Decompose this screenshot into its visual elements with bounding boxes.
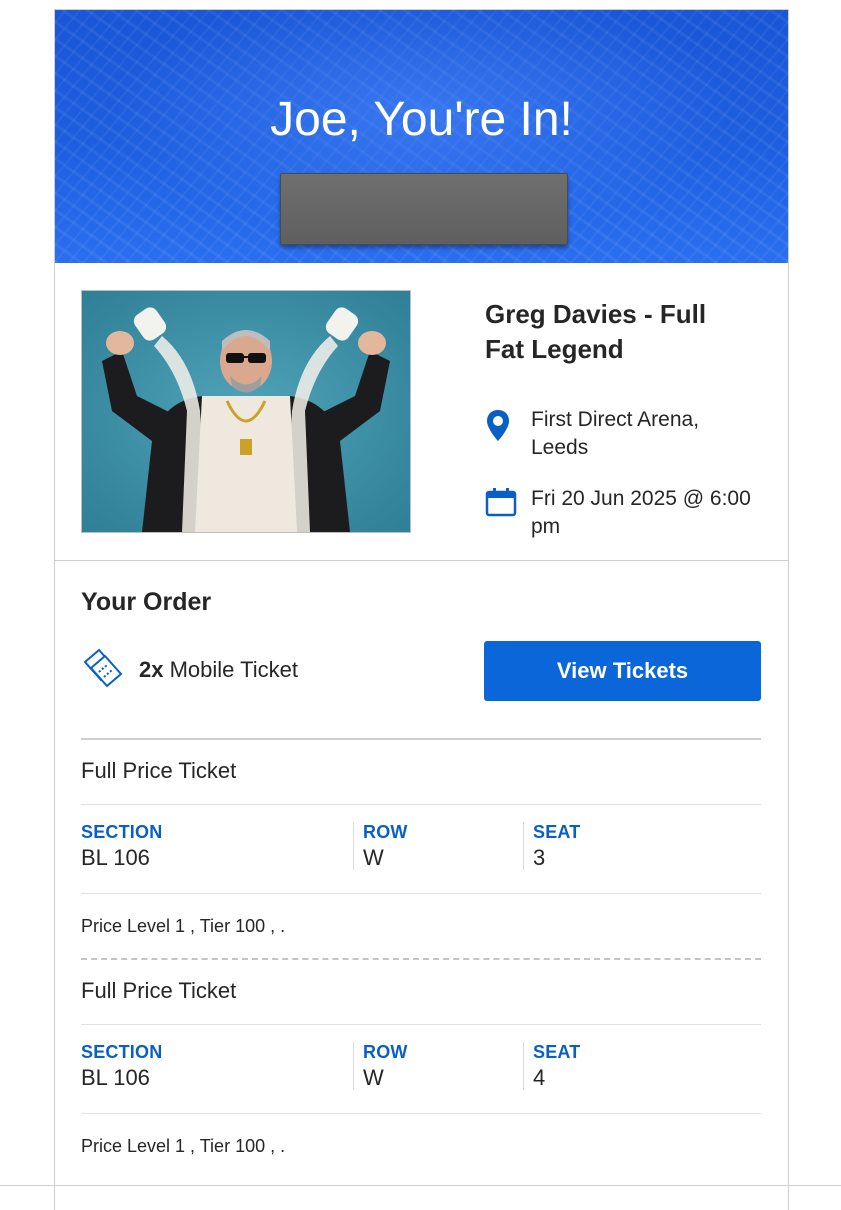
price-level: Price Level 1 , Tier 100 , . <box>81 916 286 936</box>
row-label: ROW <box>363 1042 408 1062</box>
calendar-icon <box>485 487 517 521</box>
seat-label: SEAT <box>533 1042 581 1062</box>
redacted-block <box>280 173 568 245</box>
view-tickets-button[interactable]: View Tickets <box>484 641 761 701</box>
row-divider <box>81 804 761 805</box>
bottom-border <box>0 1185 841 1186</box>
section-label: SECTION <box>81 822 163 842</box>
ticket-kind: Mobile Ticket <box>169 657 298 682</box>
row-field: ROW W <box>363 1042 408 1091</box>
row-label: ROW <box>363 822 408 842</box>
column-separator <box>353 1042 354 1090</box>
venue-text: First Direct Arena, Leeds <box>531 408 700 459</box>
column-separator <box>523 1042 524 1090</box>
section-field: SECTION BL 106 <box>81 1042 162 1091</box>
seat-value: 3 <box>533 845 546 870</box>
section-field: SECTION BL 106 <box>81 822 162 871</box>
venue-row: First Direct Arena, Leeds <box>485 406 765 466</box>
seat-field: SEAT 3 <box>533 822 580 871</box>
ticket-summary-text: 2x Mobile Ticket <box>139 657 298 683</box>
date-text: Fri 20 Jun 2025 @ 6:00 pm <box>531 487 751 538</box>
ticket-quantity: 2x <box>139 657 164 682</box>
section-value: BL 106 <box>81 845 150 870</box>
event-section: Greg Davies - Full Fat Legend First Dire… <box>55 263 788 561</box>
row-divider <box>81 893 761 894</box>
ticket-confirmation-card: Joe, You're In! Greg Davies - Full Fat L… <box>54 9 789 1210</box>
seat-field: SEAT 4 <box>533 1042 580 1091</box>
event-title: Greg Davies - Full Fat Legend <box>485 299 707 364</box>
hero-banner: Joe, You're In! <box>55 10 788 263</box>
order-divider <box>81 738 761 740</box>
performer-photo <box>82 291 410 532</box>
seat-label: SEAT <box>533 822 581 842</box>
price-level: Price Level 1 , Tier 100 , . <box>81 1136 286 1156</box>
map-pin-icon <box>485 408 515 442</box>
ticket-separator <box>81 958 761 960</box>
order-title: Your Order <box>81 588 212 616</box>
seat-value: 4 <box>533 1065 546 1090</box>
row-field: ROW W <box>363 822 408 871</box>
column-separator <box>523 822 524 870</box>
ticket-summary: 2x Mobile Ticket <box>81 648 381 688</box>
row-divider <box>81 1024 761 1025</box>
row-value: W <box>363 845 384 870</box>
row-divider <box>81 1113 761 1114</box>
hero-title: Joe, You're In! <box>270 93 573 146</box>
event-image[interactable] <box>81 290 411 533</box>
section-label: SECTION <box>81 1042 163 1062</box>
section-value: BL 106 <box>81 1065 150 1090</box>
date-row: Fri 20 Jun 2025 @ 6:00 pm <box>485 485 765 545</box>
ticket-type: Full Price Ticket <box>81 978 237 1003</box>
column-separator <box>353 822 354 870</box>
row-value: W <box>363 1065 384 1090</box>
tickets-icon <box>81 648 125 688</box>
ticket-type: Full Price Ticket <box>81 758 237 783</box>
